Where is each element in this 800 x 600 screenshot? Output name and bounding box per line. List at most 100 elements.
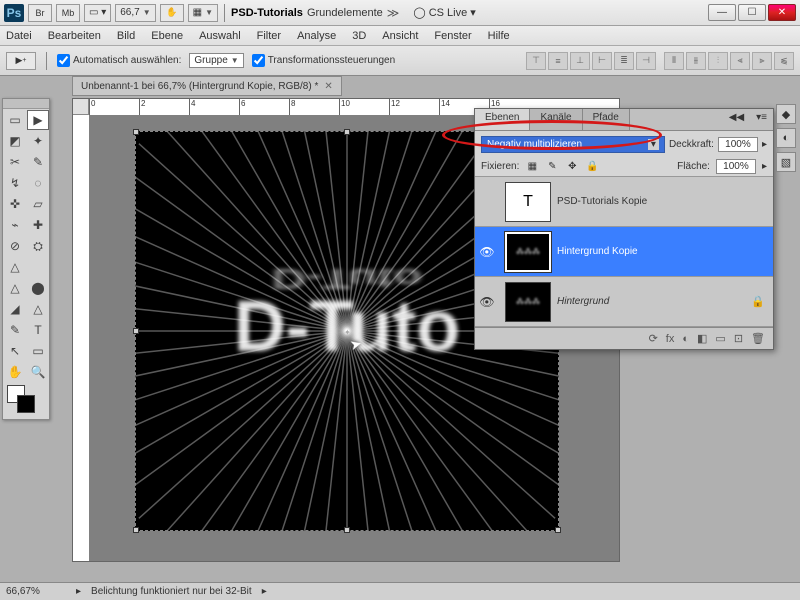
tool-button[interactable]: ✋ [4, 362, 26, 382]
layer-row[interactable]: TPSD-Tutorials Kopie [475, 177, 773, 227]
panel-collapse-icon[interactable]: ◀◀ [723, 109, 750, 130]
panel-footer-button[interactable]: ⟳ [649, 332, 658, 345]
background-swatch[interactable] [17, 395, 35, 413]
panel-menu-icon[interactable]: ▾≡ [750, 109, 773, 130]
distribute-left-icon[interactable]: ⫷ [730, 52, 750, 70]
tool-button[interactable]: ✚ [27, 215, 49, 235]
tool-button[interactable]: ✎ [4, 320, 26, 340]
tool-button[interactable]: ✜ [4, 194, 26, 214]
status-flyout-icon[interactable]: ▸ [76, 586, 81, 597]
tool-button[interactable]: ▶ [27, 110, 49, 130]
screen-mode-dropdown[interactable]: ▭ ▾ [84, 4, 111, 22]
tool-button[interactable]: ⌁ [4, 215, 26, 235]
menu-bearbeiten[interactable]: Bearbeiten [48, 30, 101, 42]
tool-button[interactable]: ⛭ [27, 236, 49, 256]
dock-swatches-icon[interactable]: ▧ [776, 152, 796, 172]
distribute-vcenter-icon[interactable]: ⫵ [686, 52, 706, 70]
tool-button[interactable]: ✦ [27, 131, 49, 151]
hand-button[interactable]: ✋ [160, 4, 184, 22]
transform-handle-br[interactable] [555, 527, 561, 533]
double-chevron-icon[interactable]: ≫ [387, 6, 400, 20]
menu-filter[interactable]: Filter [257, 30, 281, 42]
bridge-button[interactable]: Br [28, 4, 52, 22]
workspace-set-button[interactable]: PSD-Tutorials [231, 7, 303, 19]
menu-fenster[interactable]: Fenster [434, 30, 471, 42]
tool-button[interactable]: ↖ [4, 341, 26, 361]
tool-button[interactable]: ▱ [27, 194, 49, 214]
panel-footer-button[interactable]: fx [666, 333, 675, 345]
align-left-icon[interactable]: ⊢ [592, 52, 612, 70]
align-top-icon[interactable]: ⊤ [526, 52, 546, 70]
dock-layers-icon[interactable]: ◆ [776, 104, 796, 124]
panel-footer-button[interactable]: ◐ [682, 333, 689, 345]
menu-ebene[interactable]: Ebene [151, 30, 183, 42]
zoom-dropdown[interactable]: 66,7▼ [115, 4, 155, 22]
close-button[interactable]: ✕ [768, 4, 796, 21]
menu-3d[interactable]: 3D [352, 30, 366, 42]
move-tool-preset[interactable]: ▶+ [6, 52, 36, 70]
lock-all-icon[interactable]: 🔒 [585, 160, 599, 174]
distribute-hcenter-icon[interactable]: ⫸ [752, 52, 772, 70]
document-tab[interactable]: Unbenannt-1 bei 66,7% (Hintergrund Kopie… [72, 76, 342, 96]
tool-button[interactable]: 🔍 [27, 362, 49, 382]
transform-handle-bl[interactable] [133, 527, 139, 533]
close-tab-icon[interactable]: ✕ [324, 81, 332, 92]
layer-row[interactable]: 👁⁂⁂⁂Hintergrund Kopie [475, 227, 773, 277]
toolbox-grip[interactable] [3, 99, 49, 109]
menu-datei[interactable]: Datei [6, 30, 32, 42]
auto-select-check[interactable]: Automatisch auswählen: [57, 54, 181, 67]
tool-button[interactable]: ↯ [4, 173, 26, 193]
arrange-docs-dropdown[interactable]: ▦▼ [188, 4, 218, 22]
transform-controls-check[interactable]: Transformationssteuerungen [252, 54, 395, 67]
minimize-button[interactable]: — [708, 4, 736, 21]
tab-kanaele[interactable]: Kanäle [530, 109, 582, 130]
tool-button[interactable]: △ [27, 299, 49, 319]
tab-ebenen[interactable]: Ebenen [475, 109, 530, 130]
visibility-toggle-icon[interactable]: 👁 [475, 295, 499, 309]
tool-button[interactable]: ▭ [27, 341, 49, 361]
menu-bild[interactable]: Bild [117, 30, 135, 42]
panel-footer-button[interactable]: ◧ [697, 332, 707, 345]
panel-footer-button[interactable]: ▭ [715, 332, 725, 345]
tool-button[interactable]: ◌ [27, 173, 49, 193]
lock-transparent-icon[interactable]: ▦ [525, 160, 539, 174]
lock-position-icon[interactable]: ✥ [565, 160, 579, 174]
tool-button[interactable]: T [27, 320, 49, 340]
status-zoom[interactable]: 66,67% [6, 586, 66, 597]
layer-thumbnail[interactable]: T [505, 182, 551, 222]
tool-button[interactable]: ◢ [4, 299, 26, 319]
blend-mode-dropdown[interactable]: Negativ multiplizieren ▾ [481, 136, 665, 153]
menu-ansicht[interactable]: Ansicht [382, 30, 418, 42]
auto-select-checkbox[interactable] [57, 54, 70, 67]
dock-adjustments-icon[interactable]: ◐ [776, 128, 796, 148]
menu-hilfe[interactable]: Hilfe [488, 30, 510, 42]
layer-thumbnail[interactable]: ⁂⁂⁂ [505, 282, 551, 322]
transform-checkbox[interactable] [252, 54, 265, 67]
tool-button[interactable]: △ [4, 278, 26, 298]
align-hcenter-icon[interactable]: ≣ [614, 52, 634, 70]
visibility-toggle-icon[interactable]: 👁 [475, 245, 499, 259]
tool-button[interactable]: ✂ [4, 152, 26, 172]
opacity-input[interactable]: 100% [718, 137, 758, 152]
tool-button[interactable]: ◩ [4, 131, 26, 151]
workspace-doc-label[interactable]: Grundelemente [307, 7, 383, 19]
tool-button[interactable]: ✎ [27, 152, 49, 172]
distribute-bottom-icon[interactable]: ⫶ [708, 52, 728, 70]
ruler-vertical[interactable] [73, 115, 89, 561]
layer-row[interactable]: 👁⁂⁂⁂Hintergrund🔒 [475, 277, 773, 327]
fill-flyout-icon[interactable]: ▸ [762, 161, 767, 172]
fill-input[interactable]: 100% [716, 159, 756, 174]
tool-button[interactable]: ⬤ [27, 278, 49, 298]
layer-thumbnail[interactable]: ⁂⁂⁂ [505, 232, 551, 272]
panel-footer-button[interactable]: ⊡ [734, 332, 743, 345]
transform-center-icon[interactable]: ✦ [344, 328, 350, 334]
panel-footer-button[interactable]: 🗑 [751, 332, 765, 345]
cslive-button[interactable]: ◯ CS Live ▾ [413, 6, 475, 19]
tool-button[interactable]: ⊘ [4, 236, 26, 256]
maximize-button[interactable]: ☐ [738, 4, 766, 21]
minibridge-button[interactable]: Mb [56, 4, 80, 22]
tool-button[interactable]: △ [4, 257, 26, 277]
transform-handle-tl[interactable] [133, 129, 139, 135]
tool-button[interactable] [27, 257, 49, 277]
align-bottom-icon[interactable]: ⊥ [570, 52, 590, 70]
